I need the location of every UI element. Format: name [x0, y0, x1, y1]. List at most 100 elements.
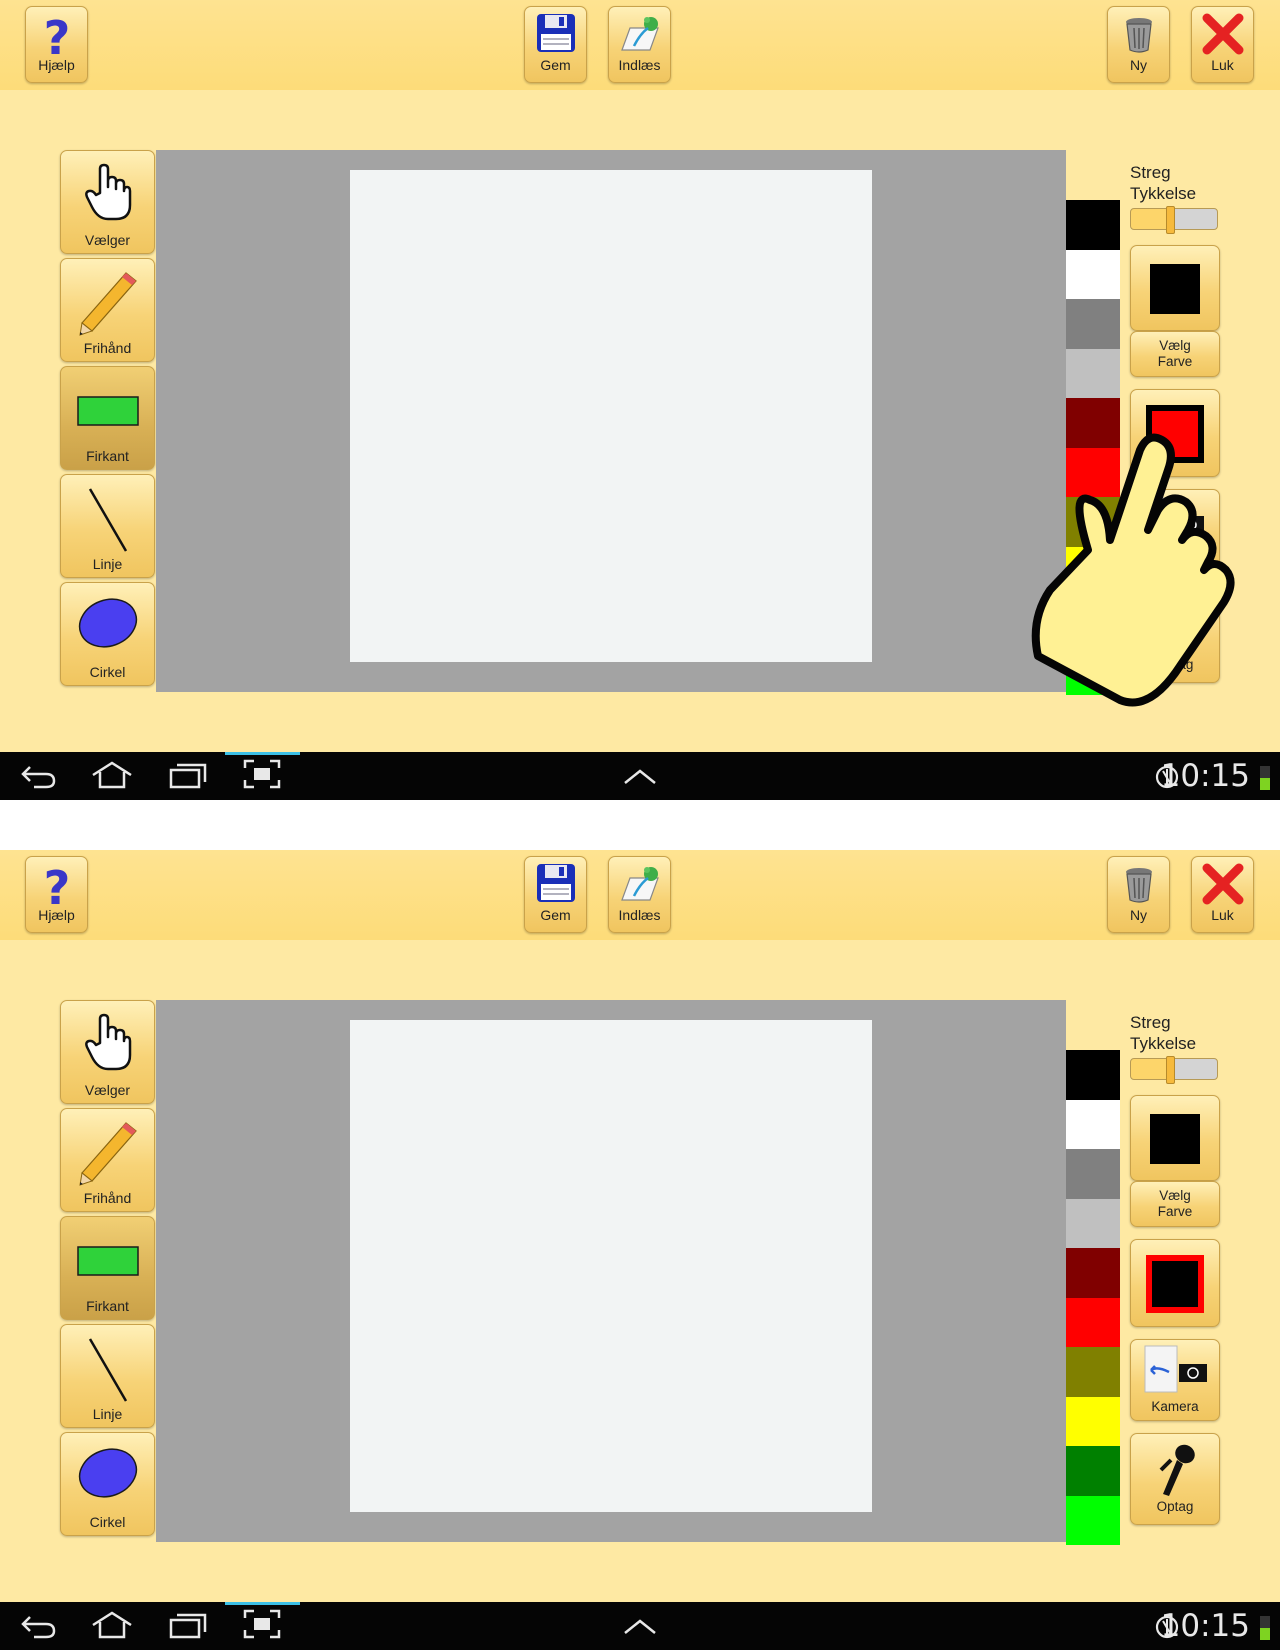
palette-swatch[interactable] [1066, 1050, 1120, 1100]
screenshot-icon[interactable] [242, 1608, 282, 1642]
slider-thumb[interactable] [1165, 206, 1175, 234]
recent-apps-icon[interactable] [168, 760, 208, 790]
palette-swatch[interactable] [1066, 1149, 1120, 1199]
pencil-icon [78, 1122, 137, 1186]
ellipse-shape-icon [78, 1448, 137, 1498]
recent-apps-icon[interactable] [168, 1610, 208, 1640]
question-mark-icon: ? [43, 12, 70, 60]
top-toolbar: ? Hjælp Gem Indlæs Ny Luk [0, 850, 1280, 940]
stroke-title-line1: Streg [1130, 163, 1171, 182]
load-label: Indlæs [618, 57, 661, 73]
stroke-thickness-slider[interactable] [1130, 206, 1218, 234]
load-label: Indlæs [618, 907, 661, 923]
pencil-icon [78, 272, 137, 336]
system-navigation-bar: 10:15 [0, 752, 1280, 800]
open-file-icon [620, 867, 659, 901]
tool-selector[interactable]: Vælger [60, 1000, 155, 1104]
help-button[interactable]: ? Hjælp [25, 6, 88, 83]
outline-color-button[interactable] [1130, 1095, 1220, 1181]
palette-swatch[interactable] [1066, 249, 1120, 299]
slider-thumb[interactable] [1165, 1056, 1175, 1084]
palette-swatch[interactable] [1066, 348, 1120, 398]
tool-selector-label: Vælger [84, 232, 131, 248]
close-icon [1202, 13, 1243, 55]
tool-selector-label: Vælger [84, 1082, 131, 1098]
save-button[interactable]: Gem [524, 6, 587, 83]
new-button[interactable]: Ny [1107, 856, 1170, 933]
tool-rectangle[interactable]: Firkant [60, 1216, 155, 1320]
record-button[interactable]: Optag [1130, 1433, 1220, 1525]
nav-indicator [225, 752, 300, 755]
palette-swatch[interactable] [1066, 1396, 1120, 1446]
tool-line[interactable]: Linje [60, 474, 155, 578]
load-button[interactable]: Indlæs [608, 856, 671, 933]
rectangle-shape-icon [76, 1246, 139, 1276]
new-label: Ny [1129, 57, 1148, 73]
app-screen-top: ? Hjælp Gem Indlæs Ny Luk Vælger Frihånd… [0, 0, 1280, 800]
system-navigation-bar: 10:15 [0, 1602, 1280, 1650]
outline-color-preview [1150, 1114, 1200, 1164]
new-button[interactable]: Ny [1107, 6, 1170, 83]
close-button[interactable]: Luk [1191, 856, 1254, 933]
palette-swatch[interactable] [1066, 1198, 1120, 1248]
trash-can-icon [1125, 868, 1152, 903]
tool-freehand-label: Frihånd [83, 1190, 132, 1206]
palette-swatch[interactable] [1066, 1297, 1120, 1347]
open-file-icon [620, 17, 659, 51]
rectangle-shape-icon [76, 396, 139, 426]
save-label: Gem [540, 907, 571, 923]
screenshot-icon[interactable] [242, 758, 282, 792]
stroke-title-line2: Tykkelse [1130, 184, 1197, 203]
canvas-area[interactable] [156, 150, 1066, 692]
tool-freehand-label: Frihånd [83, 340, 132, 356]
floppy-disk-icon [536, 864, 575, 902]
choose-color-button[interactable]: Vælg Farve [1130, 331, 1220, 377]
tool-line-label: Linje [92, 556, 123, 572]
tool-rectangle[interactable]: Firkant [60, 366, 155, 470]
tool-selector[interactable]: Vælger [60, 150, 155, 254]
tool-circle[interactable]: Cirkel [60, 582, 155, 686]
fill-color-button[interactable] [1130, 1239, 1220, 1327]
tool-line-label: Linje [92, 1406, 123, 1422]
microphone-icon [1159, 1444, 1195, 1496]
battery-icon [1260, 1616, 1270, 1640]
chevron-up-icon[interactable] [622, 1616, 658, 1636]
tool-rectangle-label: Firkant [86, 1298, 129, 1314]
close-button[interactable]: Luk [1191, 6, 1254, 83]
tool-circle[interactable]: Cirkel [60, 1432, 155, 1536]
save-button[interactable]: Gem [524, 856, 587, 933]
home-icon[interactable] [90, 1610, 134, 1640]
palette-swatch[interactable] [1066, 1099, 1120, 1149]
camera-button[interactable]: Kamera [1130, 1339, 1220, 1421]
line-shape-icon [88, 1338, 127, 1402]
status-clock: 10:15 [1160, 758, 1250, 794]
tool-freehand[interactable]: Frihånd [60, 258, 155, 362]
palette-swatch[interactable] [1066, 200, 1120, 250]
outline-color-button[interactable] [1130, 245, 1220, 331]
drawing-canvas[interactable] [350, 1020, 872, 1512]
back-icon[interactable] [20, 1611, 58, 1641]
tool-freehand[interactable]: Frihånd [60, 1108, 155, 1212]
save-label: Gem [540, 57, 571, 73]
question-mark-icon: ? [43, 862, 70, 910]
choose-color-button[interactable]: Vælg Farve [1130, 1181, 1220, 1227]
palette-swatch[interactable] [1066, 1495, 1120, 1545]
help-button[interactable]: ? Hjælp [25, 856, 88, 933]
trash-can-icon [1125, 18, 1152, 53]
palette-swatch[interactable] [1066, 299, 1120, 349]
canvas-area[interactable] [156, 1000, 1066, 1542]
back-icon[interactable] [20, 761, 58, 791]
chevron-up-icon[interactable] [622, 766, 658, 786]
load-button[interactable]: Indlæs [608, 6, 671, 83]
home-icon[interactable] [90, 760, 134, 790]
hand-pointer-icon [84, 1013, 131, 1071]
tool-line[interactable]: Linje [60, 1324, 155, 1428]
palette-swatch[interactable] [1066, 1446, 1120, 1496]
stroke-title-line1: Streg [1130, 1013, 1171, 1032]
close-label: Luk [1211, 57, 1234, 73]
palette-swatch[interactable] [1066, 1248, 1120, 1298]
palette-swatch[interactable] [1066, 1347, 1120, 1397]
drawing-canvas[interactable] [350, 170, 872, 662]
status-clock: 10:15 [1160, 1608, 1250, 1644]
stroke-thickness-slider[interactable] [1130, 1056, 1218, 1084]
